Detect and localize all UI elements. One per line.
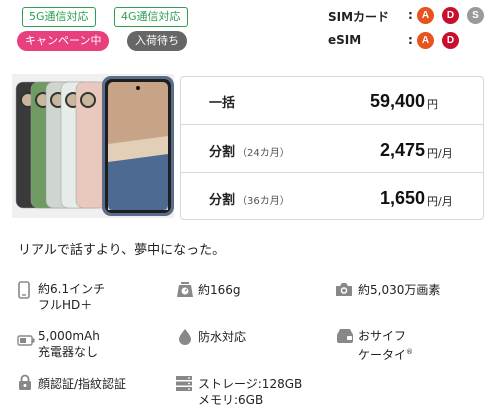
- spec-waterproof: 防水対応: [198, 330, 247, 344]
- price-row-24-months: 分割 （24カ月） 2,475 円/月: [181, 124, 483, 171]
- price-label: 分割 （24カ月）: [209, 145, 290, 160]
- weight-scale-icon: [176, 281, 194, 302]
- spec-weight: 約166g: [198, 283, 241, 297]
- price-unit: 円: [427, 98, 438, 111]
- sim-card-label: SIMカード: [328, 10, 390, 24]
- out-of-stock-badge: 入荷待ち: [127, 31, 187, 51]
- spec-wallet: おサイフ ケータイ®: [358, 329, 414, 362]
- wallet-icon: [336, 328, 354, 348]
- price-value: 1,650: [379, 188, 425, 208]
- price-value: 59,400: [369, 91, 425, 111]
- price-table: 一括 59,400 円 分割 （24カ月） 2,475 円/月 分割 （36カ月） …: [180, 76, 484, 220]
- price-value: 2,475: [379, 140, 425, 160]
- carrier-d-icon: D: [442, 32, 459, 49]
- product-image[interactable]: [12, 74, 174, 218]
- lock-icon: [18, 374, 32, 395]
- carrier-d-icon: D: [442, 7, 459, 24]
- camera-ring-4: [80, 92, 96, 108]
- carrier-a-icon: A: [417, 32, 434, 49]
- smartphone-icon: [18, 281, 30, 303]
- sim-card-colon: :: [408, 8, 413, 22]
- camera-icon: [335, 282, 353, 301]
- price-unit: 円/月: [427, 195, 453, 208]
- carrier-s-icon: S: [467, 7, 484, 24]
- product-tagline: リアルで話すより、夢中になった。: [18, 243, 226, 258]
- price-unit: 円/月: [427, 147, 453, 160]
- esim-colon: :: [408, 33, 413, 47]
- carrier-a-icon: A: [417, 7, 434, 24]
- esim-label: eSIM: [328, 33, 362, 47]
- price-label: 分割 （36カ月）: [209, 193, 290, 208]
- phone-lineup-illustration: [15, 76, 174, 216]
- spec-storage: ストレージ:128GB メモリ:6GB: [198, 377, 303, 407]
- storage-icon: [175, 375, 193, 396]
- campaign-badge: キャンペーン中: [17, 31, 110, 51]
- tag-5g: 5G通信対応: [22, 7, 96, 27]
- price-label: 一括: [209, 96, 236, 111]
- battery-icon: [17, 331, 35, 350]
- spec-battery: 5,000mAh 充電器なし: [38, 329, 100, 359]
- price-row-36-months: 分割 （36カ月） 1,650 円/月: [181, 172, 483, 219]
- water-drop-icon: [178, 328, 192, 349]
- spec-auth: 顔認証/指紋認証: [38, 377, 127, 391]
- price-row-lump-sum: 一括 59,400 円: [181, 77, 483, 124]
- spec-camera: 約5,030万画素: [358, 283, 441, 297]
- spec-display: 約6.1インチ フルHD＋: [38, 282, 106, 312]
- tag-4g: 4G通信対応: [114, 7, 188, 27]
